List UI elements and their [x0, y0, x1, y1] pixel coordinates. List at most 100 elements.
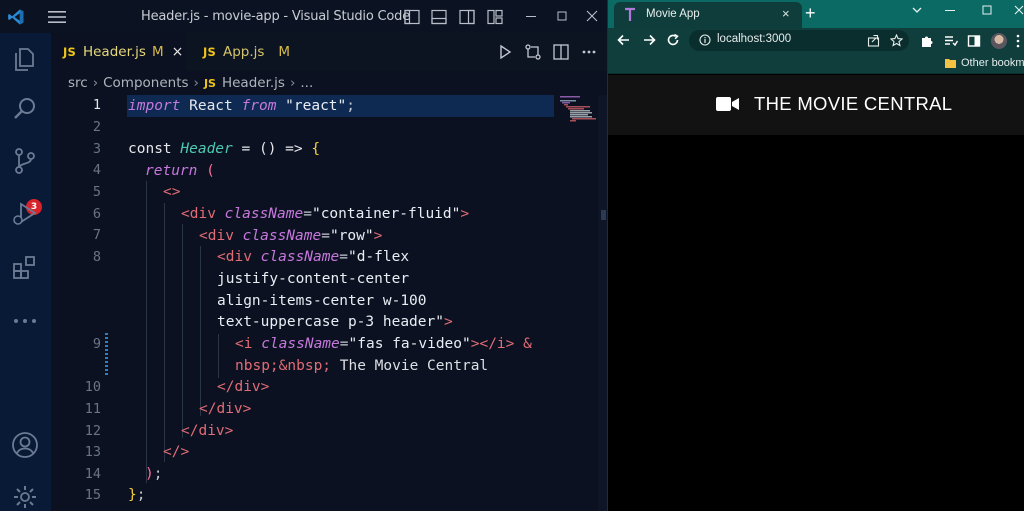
code-line-8-wrap: align-items-center w-100 [217, 290, 427, 312]
browser-tab-strip: Movie App × + [608, 0, 1024, 28]
code-token: ) [145, 466, 154, 482]
close-window-icon[interactable] [1013, 4, 1024, 16]
folder-icon [945, 59, 956, 68]
code-token: React [180, 98, 242, 114]
code-token: > [373, 228, 383, 244]
other-bookmarks-link[interactable]: Other bookmarks [961, 57, 1024, 69]
extensions-puzzle-icon[interactable] [920, 34, 934, 48]
modified-line-decoration [105, 333, 108, 375]
code-token: "d-flex [347, 249, 410, 265]
modified-indicator: M [278, 44, 291, 60]
code-line-8-wrap: text-uppercase p-3 header"> [217, 311, 453, 333]
breadcrumb-item-src[interactable]: src [68, 75, 88, 91]
settings-gear-icon[interactable] [11, 483, 39, 511]
breadcrumb-item-components[interactable]: Components [103, 75, 188, 91]
run-debug-icon[interactable] [11, 200, 39, 228]
code-token: Header [180, 141, 233, 157]
side-panel-icon[interactable] [967, 34, 981, 48]
code-line-15: }; [128, 484, 145, 506]
forward-arrow-icon[interactable] [642, 33, 656, 47]
line-number: 6 [92, 206, 101, 222]
code-line-13: </> [163, 441, 189, 463]
accounts-icon[interactable] [11, 431, 39, 459]
maximize-icon[interactable] [981, 4, 993, 16]
activity-bar: 3 [0, 33, 51, 511]
minimize-icon[interactable] [944, 4, 956, 16]
code-token: > [443, 314, 453, 330]
more-actions-icon[interactable] [580, 43, 598, 61]
bookmark-star-icon[interactable] [890, 34, 903, 47]
tab-search-chevron-down-icon[interactable] [911, 4, 923, 16]
browser-toolbar: localhost:3000 [608, 28, 1024, 54]
bookmarks-bar: Other bookmarks [608, 54, 1024, 74]
line-number: 1 [92, 97, 101, 113]
code-token: The Movie Central [331, 358, 489, 374]
code-line-5: <> [163, 181, 180, 203]
minimize-icon[interactable] [524, 9, 538, 23]
vscode-window: Header.js - movie-app - Visual Studio Co… [0, 0, 607, 511]
back-arrow-icon[interactable] [617, 33, 631, 47]
explorer-icon[interactable] [11, 45, 39, 73]
minimap[interactable] [556, 95, 598, 155]
search-icon[interactable] [11, 95, 39, 123]
address-bar[interactable]: localhost:3000 [689, 30, 909, 51]
source-control-icon[interactable] [11, 147, 39, 175]
scrollbar-thumb[interactable] [601, 210, 606, 220]
toggle-secondary-sidebar-icon[interactable] [459, 9, 475, 25]
code-token: ( [206, 163, 215, 179]
reading-list-icon[interactable] [944, 34, 958, 48]
breadcrumb-item-file[interactable]: Header.js [222, 75, 285, 91]
tab-header-js[interactable]: JS Header.js M × [51, 33, 186, 71]
profile-avatar[interactable] [991, 33, 1007, 49]
line-number: 15 [84, 487, 101, 503]
chevron-right-icon: › [193, 75, 199, 91]
code-token: "fas fa-video" [348, 336, 471, 352]
vertical-scrollbar[interactable] [598, 95, 607, 511]
line-number: 5 [92, 184, 101, 200]
run-file-icon[interactable] [496, 43, 514, 61]
browser-tab-movie-app[interactable]: Movie App × [614, 2, 802, 28]
movie-app-header: THE MOVIE CENTRAL [608, 75, 1024, 135]
code-line-11: </div> [199, 398, 251, 420]
code-token: = () => [232, 141, 312, 157]
line-number: 13 [84, 444, 101, 460]
toggle-primary-sidebar-icon[interactable] [404, 9, 420, 25]
customize-layout-icon[interactable] [487, 9, 503, 25]
reload-icon[interactable] [666, 33, 680, 47]
browser-window: Movie App × + localhost:3000 Other bookm… [607, 0, 1024, 511]
code-token: const [128, 141, 172, 157]
maximize-icon[interactable] [555, 9, 569, 23]
window-title: Header.js - movie-app - Visual Studio Co… [141, 9, 411, 24]
code-editor[interactable]: import React from "react"; const Header … [128, 95, 598, 511]
code-token: & [514, 336, 532, 352]
extensions-icon[interactable] [11, 254, 39, 282]
share-icon[interactable] [867, 34, 880, 47]
line-number: 11 [84, 401, 101, 417]
code-token: <div [217, 249, 252, 265]
new-tab-button[interactable]: + [805, 3, 816, 24]
site-info-icon[interactable] [699, 34, 711, 46]
open-changes-icon[interactable] [524, 43, 542, 61]
close-tab-icon[interactable]: × [782, 6, 790, 21]
code-token: </> [163, 444, 190, 460]
close-tab-icon[interactable]: × [172, 44, 184, 60]
breadcrumb-item-symbol[interactable]: ... [300, 75, 313, 91]
code-token: justify-content-center [217, 271, 410, 287]
code-token: className [261, 336, 340, 352]
code-token: className [242, 228, 322, 244]
code-token: nbsp;&nbsp; [235, 358, 332, 374]
code-token: "row" [329, 228, 374, 244]
more-icon[interactable] [11, 307, 39, 335]
code-token: <div [181, 206, 216, 222]
close-window-icon[interactable] [585, 9, 599, 23]
line-number: 8 [92, 249, 101, 265]
code-token: </div> [181, 423, 234, 439]
line-number: 12 [84, 423, 101, 439]
split-editor-icon[interactable] [552, 43, 570, 61]
code-token: "react" [276, 98, 347, 114]
tab-app-js[interactable]: JS App.js M [191, 33, 321, 71]
browser-menu-icon[interactable] [1016, 34, 1020, 48]
video-camera-icon [716, 97, 739, 111]
menu-icon[interactable] [48, 11, 66, 23]
toggle-panel-icon[interactable] [431, 9, 447, 25]
